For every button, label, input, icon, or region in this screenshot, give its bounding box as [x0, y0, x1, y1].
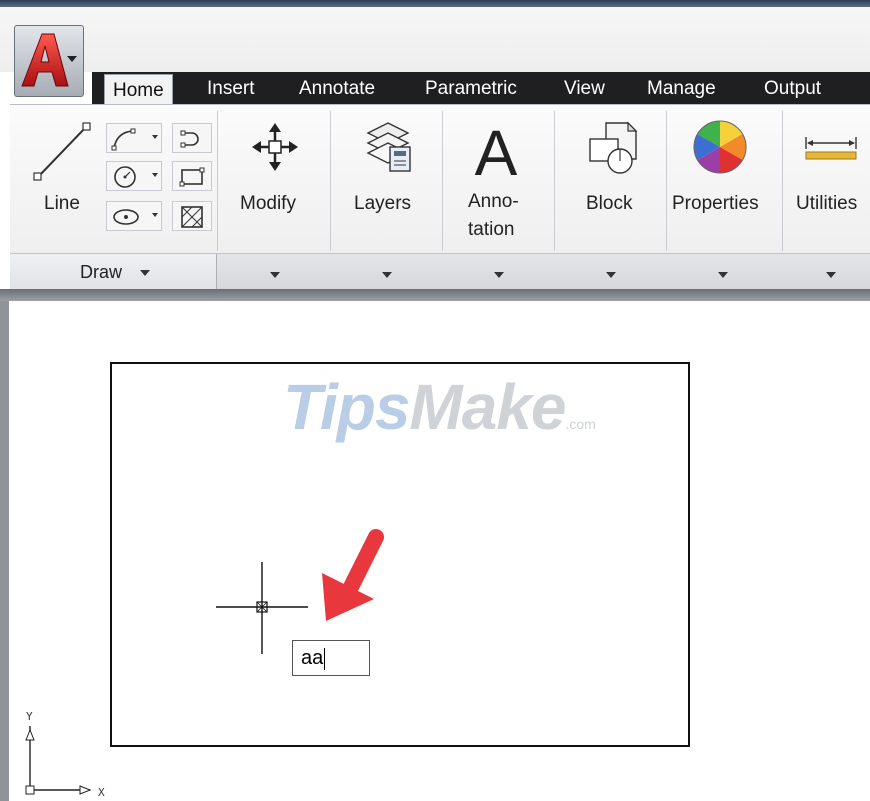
circle-button[interactable] [106, 161, 162, 191]
watermark-tips: Tips [283, 371, 410, 443]
properties-panel-button[interactable]: Properties [668, 111, 780, 249]
tab-view[interactable]: View [564, 72, 605, 104]
measure-ruler-icon [805, 137, 857, 160]
panel-divider [442, 111, 443, 251]
watermark: TipsMake.com [283, 370, 596, 444]
window-top-border [0, 0, 870, 7]
draw-panel-footer[interactable]: Draw [10, 254, 217, 292]
panel-divider [330, 111, 331, 251]
window-title-strip [0, 0, 870, 72]
rectangle-icon [179, 167, 205, 187]
arc-icon [180, 130, 199, 148]
svg-text:A: A [475, 117, 518, 181]
modify-expand-icon[interactable] [270, 272, 280, 278]
polyline-icon [111, 128, 136, 151]
layers-panel-button[interactable]: Layers [334, 111, 440, 249]
panel-divider [554, 111, 555, 251]
ribbon-panel-footer: Draw [10, 253, 870, 292]
move-arrows-icon [252, 123, 298, 171]
text-a-icon: A [475, 117, 518, 181]
watermark-make: Make [409, 371, 566, 443]
circle-icon [114, 166, 136, 188]
tab-annotate[interactable]: Annotate [299, 72, 375, 104]
annotation-label-line1: Anno- [468, 191, 519, 212]
hatch-button[interactable] [172, 201, 212, 231]
rectangle-button[interactable] [172, 161, 212, 191]
arc-button[interactable] [172, 123, 212, 153]
tab-manage[interactable]: Manage [647, 72, 716, 104]
ucs-y-label: Y [26, 710, 33, 723]
canvas-left-edge [0, 301, 9, 801]
panel-divider [782, 111, 783, 251]
ucs-x-label: X [98, 786, 105, 799]
utilities-panel-button[interactable]: Utilities [786, 111, 870, 249]
panel-divider [666, 111, 667, 251]
tab-parametric[interactable]: Parametric [425, 72, 517, 104]
ellipse-button[interactable] [106, 201, 162, 231]
chevron-down-icon [152, 213, 158, 217]
modify-panel-button[interactable]: Modify [222, 111, 328, 249]
chevron-down-icon [140, 270, 150, 276]
block-expand-icon[interactable] [606, 272, 616, 278]
ribbon-bottom-border [0, 289, 870, 301]
hatch-icon [181, 206, 203, 228]
ribbon-panel-area: Line Modify Layers A Anno- tation Block … [10, 104, 870, 292]
text-caret [324, 647, 326, 670]
utilities-expand-icon[interactable] [826, 272, 836, 278]
watermark-com: .com [565, 416, 596, 432]
panel-divider [217, 111, 218, 251]
ribbon-tab-bar: Home Insert Annotate Parametric View Man… [92, 72, 870, 107]
chevron-down-icon [152, 173, 158, 177]
polyline-button[interactable] [106, 123, 162, 153]
layers-stack-icon [366, 122, 411, 172]
layers-label: Layers [354, 193, 412, 214]
mtext-input-field[interactable]: aa [292, 640, 370, 676]
properties-expand-icon[interactable] [718, 272, 728, 278]
layers-expand-icon[interactable] [382, 272, 392, 278]
chevron-down-icon [67, 56, 77, 62]
block-icon [589, 121, 638, 174]
tab-output[interactable]: Output [764, 72, 821, 104]
annotation-panel-button[interactable]: A Anno- tation [446, 111, 552, 249]
tab-insert[interactable]: Insert [207, 72, 255, 104]
ellipse-icon [113, 209, 139, 225]
block-label: Block [586, 193, 633, 214]
utilities-label: Utilities [796, 193, 858, 214]
application-menu-button[interactable] [14, 25, 84, 97]
line-button[interactable]: Line [14, 111, 100, 249]
annotation-label-line2: tation [468, 219, 515, 240]
tab-home[interactable]: Home [104, 74, 173, 107]
block-panel-button[interactable]: Block [558, 111, 664, 249]
properties-label: Properties [672, 193, 759, 214]
chevron-down-icon [152, 135, 158, 139]
mtext-input-value: aa [301, 647, 324, 669]
draw-label: Draw [80, 262, 123, 282]
red-arrow-icon [322, 529, 384, 621]
autocad-a-logo-icon [21, 33, 69, 87]
line-label: Line [44, 193, 80, 214]
line-icon [33, 122, 91, 181]
modify-label: Modify [240, 193, 296, 214]
annotation-expand-icon[interactable] [494, 272, 504, 278]
color-wheel-icon [693, 120, 747, 174]
